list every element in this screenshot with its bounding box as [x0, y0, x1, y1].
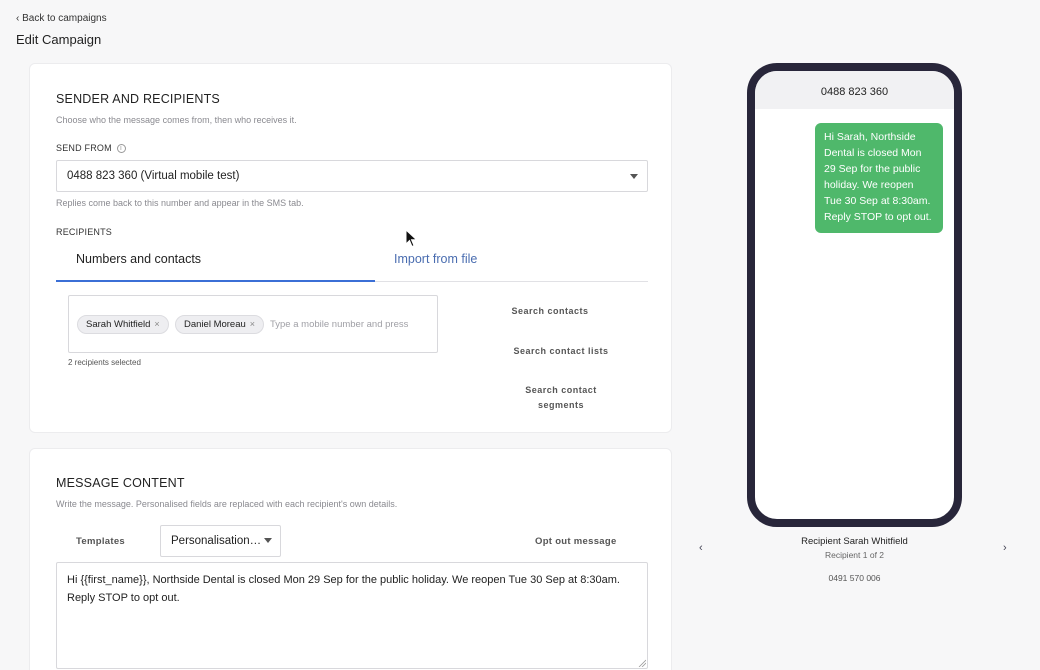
back-to-campaigns-link[interactable]: ‹ Back to campaigns [16, 13, 107, 24]
chevron-down-icon [630, 174, 638, 179]
search-contacts-button[interactable]: Search contacts [485, 304, 615, 319]
send-from-value: 0488 823 360 (Virtual mobile test) [67, 170, 240, 182]
chip-label: Daniel Moreau [184, 319, 246, 330]
send-from-label: SEND FROM i [56, 143, 126, 154]
preview-recipient-name: Recipient Sarah Whitfield [801, 536, 908, 547]
preview-recipient-number: 0491 570 006 [828, 573, 881, 583]
send-from-hint: Replies come back to this number and app… [56, 198, 304, 208]
info-icon[interactable]: i [116, 144, 126, 154]
phone-header-number: 0488 823 360 [755, 71, 954, 109]
resize-handle-icon[interactable] [638, 659, 646, 667]
chevron-down-icon [264, 538, 272, 543]
sender-section-subtitle: Choose who the message comes from, then … [56, 115, 297, 125]
mouse-cursor-icon [405, 229, 418, 248]
search-contact-segments-button[interactable]: Search contact segments [496, 383, 626, 413]
sender-recipients-card: SENDER AND RECIPIENTS Choose who the mes… [29, 63, 672, 433]
sender-section-title: SENDER AND RECIPIENTS [56, 92, 220, 106]
recipient-chip: Daniel Moreau × [175, 315, 265, 334]
next-recipient-icon[interactable]: › [1003, 542, 1007, 554]
tab-numbers-and-contacts[interactable]: Numbers and contacts [56, 246, 375, 282]
opt-out-message-button[interactable]: Opt out message [535, 536, 617, 547]
search-contact-lists-button[interactable]: Search contact lists [496, 344, 626, 359]
send-from-label-text: SEND FROM [56, 143, 112, 153]
personalisation-dropdown[interactable]: Personalisation… [160, 525, 281, 557]
recipient-search-input[interactable] [270, 315, 435, 334]
send-from-select[interactable]: 0488 823 360 (Virtual mobile test) [56, 160, 648, 192]
message-content-card: MESSAGE CONTENT Write the message. Perso… [29, 448, 672, 670]
recipient-count: 2 recipients selected [68, 358, 141, 367]
tab-import-from-file[interactable]: Import from file [375, 246, 648, 282]
page-title: Edit Campaign [16, 32, 102, 47]
recipient-input-box[interactable]: Sarah Whitfield × Daniel Moreau × [68, 295, 438, 353]
message-section-title: MESSAGE CONTENT [56, 476, 185, 490]
previous-recipient-icon[interactable]: ‹ [699, 542, 703, 554]
message-section-subtitle: Write the message. Personalised fields a… [56, 499, 398, 509]
search-segments-line1: Search contact [525, 385, 597, 395]
preview-recipient-position: Recipient 1 of 2 [824, 550, 885, 560]
search-segments-line2: segments [537, 400, 585, 410]
remove-chip-icon[interactable]: × [250, 319, 255, 329]
remove-chip-icon[interactable]: × [154, 319, 159, 329]
templates-button[interactable]: Templates [76, 536, 125, 547]
phone-preview: 0488 823 360 Hi Sarah, Northside Dental … [747, 63, 962, 527]
personalisation-label: Personalisation… [171, 535, 262, 547]
recipients-label: RECIPIENTS [56, 227, 113, 237]
recipient-tabs: Numbers and contacts Import from file [56, 246, 648, 282]
message-textarea[interactable]: Hi {{first_name}}, Northside Dental is c… [56, 562, 648, 669]
recipient-chip: Sarah Whitfield × [77, 315, 169, 334]
message-bubble: Hi Sarah, Northside Dental is closed Mon… [815, 123, 943, 233]
chip-label: Sarah Whitfield [86, 319, 151, 330]
